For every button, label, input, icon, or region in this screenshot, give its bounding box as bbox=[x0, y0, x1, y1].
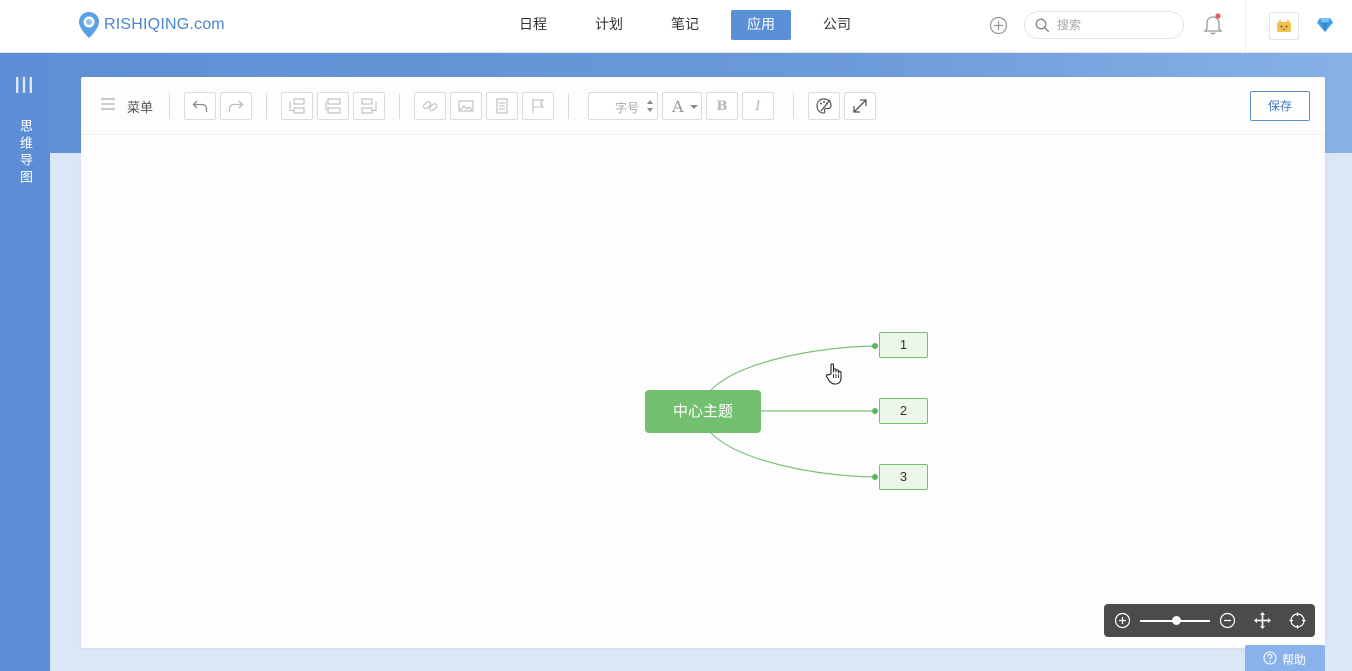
child-node-2[interactable]: 2 bbox=[879, 398, 928, 424]
toolbar-divider bbox=[399, 93, 400, 119]
insert-tag-button[interactable] bbox=[522, 92, 554, 120]
zoom-out-icon[interactable] bbox=[1219, 612, 1236, 629]
help-label: 帮助 bbox=[1282, 653, 1307, 667]
insert-parent-icon bbox=[361, 98, 377, 114]
connector-1 bbox=[710, 345, 876, 391]
child-node-1[interactable]: 1 bbox=[879, 332, 928, 358]
nav-item-company[interactable]: 公司 bbox=[807, 10, 867, 40]
toolbar-divider bbox=[266, 93, 267, 119]
mindmap-canvas[interactable]: 中心主题 1 2 3 bbox=[81, 135, 1325, 648]
italic-button[interactable]: I bbox=[742, 92, 774, 120]
help-button[interactable]: 帮助 bbox=[1245, 645, 1325, 671]
theme-button[interactable] bbox=[808, 92, 840, 120]
note-icon bbox=[496, 98, 508, 114]
undo-icon bbox=[192, 100, 208, 112]
font-size-placeholder: 字号 bbox=[615, 101, 640, 115]
child-node-3[interactable]: 3 bbox=[879, 464, 928, 490]
move-icon[interactable] bbox=[1254, 612, 1271, 629]
zoom-slider-handle[interactable] bbox=[1172, 616, 1181, 625]
zoom-panel bbox=[1104, 604, 1315, 637]
insert-parent-button[interactable] bbox=[353, 92, 385, 120]
redo-button[interactable] bbox=[220, 92, 252, 120]
toolbar-divider bbox=[568, 93, 569, 119]
mindmap-editor: 菜单 字号 A B I 保存 中心主题 1 2 3 bbox=[81, 77, 1325, 648]
insert-image-button[interactable] bbox=[450, 92, 482, 120]
sidebar-toggle-icon[interactable] bbox=[15, 77, 33, 93]
locate-center-icon[interactable] bbox=[1289, 612, 1306, 629]
flag-icon bbox=[532, 99, 545, 113]
hand-pointer-icon bbox=[825, 363, 842, 385]
connector-3 bbox=[710, 432, 876, 478]
palette-icon bbox=[816, 98, 832, 114]
nav-item-notes[interactable]: 笔记 bbox=[655, 10, 715, 40]
bell-icon[interactable] bbox=[1203, 13, 1223, 35]
search-box bbox=[1024, 11, 1184, 39]
sidebar-item-mindmap[interactable]: 思维导图 bbox=[14, 119, 34, 187]
nav-item-schedule[interactable]: 日程 bbox=[503, 10, 563, 40]
logo[interactable]: RISHIQING.com bbox=[78, 11, 225, 39]
insert-sibling-button[interactable] bbox=[317, 92, 349, 120]
undo-button[interactable] bbox=[184, 92, 216, 120]
zoom-in-icon[interactable] bbox=[1114, 612, 1131, 629]
fullscreen-button[interactable] bbox=[844, 92, 876, 120]
chevron-down-icon bbox=[690, 105, 698, 109]
link-icon bbox=[422, 101, 438, 112]
editor-toolbar: 菜单 字号 A B I 保存 bbox=[81, 77, 1325, 135]
toolbar-divider bbox=[169, 93, 170, 119]
insert-note-button[interactable] bbox=[486, 92, 518, 120]
stepper-arrows-icon[interactable] bbox=[646, 97, 654, 115]
insert-sibling-icon bbox=[325, 98, 341, 114]
nav-item-apps[interactable]: 应用 bbox=[731, 10, 791, 40]
diamond-icon[interactable] bbox=[1316, 17, 1334, 33]
user-avatar-icon bbox=[1277, 19, 1291, 32]
font-size-select[interactable]: 字号 bbox=[588, 92, 658, 120]
insert-child-icon bbox=[289, 98, 305, 114]
save-button[interactable]: 保存 bbox=[1250, 91, 1310, 121]
redo-icon bbox=[228, 100, 244, 112]
image-icon bbox=[458, 100, 474, 112]
menu-icon[interactable] bbox=[101, 98, 115, 110]
top-divider bbox=[1245, 0, 1246, 53]
search-input[interactable] bbox=[1057, 16, 1177, 34]
connector-dot-3 bbox=[872, 474, 878, 480]
nav-item-plan[interactable]: 计划 bbox=[579, 10, 639, 40]
menu-button[interactable]: 菜单 bbox=[127, 97, 153, 116]
insert-link-button[interactable] bbox=[414, 92, 446, 120]
help-icon bbox=[1263, 651, 1277, 665]
insert-child-button[interactable] bbox=[281, 92, 313, 120]
main-nav: 日程 计划 笔记 应用 公司 bbox=[503, 10, 883, 40]
left-sidebar: 思维导图 bbox=[0, 53, 50, 671]
logo-text: RISHIQING.com bbox=[104, 16, 225, 33]
avatar[interactable] bbox=[1269, 12, 1299, 40]
toolbar-divider bbox=[793, 93, 794, 119]
font-color-glyph: A bbox=[672, 97, 684, 116]
font-color-button[interactable]: A bbox=[662, 92, 702, 120]
connector-dot-2 bbox=[872, 408, 878, 414]
central-topic-node[interactable]: 中心主题 bbox=[645, 390, 761, 433]
search-icon bbox=[1035, 18, 1050, 33]
location-pin-icon bbox=[79, 12, 99, 38]
connector-dot-1 bbox=[872, 343, 878, 349]
add-circle-icon[interactable] bbox=[989, 16, 1008, 35]
expand-icon bbox=[853, 99, 867, 113]
bold-button[interactable]: B bbox=[706, 92, 738, 120]
top-bar: RISHIQING.com 日程 计划 笔记 应用 公司 bbox=[0, 0, 1352, 53]
